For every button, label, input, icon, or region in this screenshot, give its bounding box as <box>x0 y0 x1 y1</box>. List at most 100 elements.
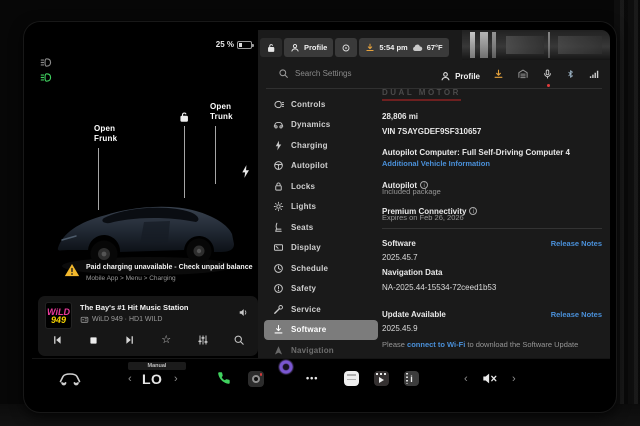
status-panel: 25 % Open Frunk Open Trunk <box>32 30 258 358</box>
sidebar-item-label: Safety <box>291 284 316 293</box>
previous-track-icon[interactable] <box>50 333 64 347</box>
favorite-star-icon[interactable]: ☆ <box>159 333 173 347</box>
media-player[interactable]: WiLD 949 The Bay's #1 Hit Music Station … <box>38 296 258 356</box>
navigation-arrow-icon <box>273 345 284 356</box>
connect-to-wifi-link[interactable]: connect to Wi-Fi <box>407 340 465 349</box>
sidebar-item-label: Lights <box>291 202 316 211</box>
lock-status[interactable] <box>260 38 282 57</box>
open-trunk-button[interactable]: Open Trunk <box>210 102 233 122</box>
update-version: 2025.45.9 <box>382 324 418 333</box>
mute-speaker-icon[interactable] <box>482 372 498 390</box>
theater-app-icon[interactable] <box>374 371 389 386</box>
profile-status[interactable]: Profile <box>284 38 333 57</box>
media-controls: ☆ <box>50 333 246 347</box>
warning-subtitle: Mobile App > Menu > Charging <box>86 275 176 282</box>
search-settings-field[interactable]: Search Settings <box>278 68 351 79</box>
sidebar-item-controls[interactable]: Controls <box>264 94 378 115</box>
sidebar-item-charging[interactable]: Charging <box>264 135 378 156</box>
media-search-icon[interactable] <box>232 333 246 347</box>
update-available-label: Update Available <box>382 310 446 319</box>
gear-icon <box>341 43 351 53</box>
camera-app-icon[interactable] <box>248 371 264 387</box>
temp-down-chevron[interactable]: ‹ <box>128 374 132 385</box>
search-placeholder: Search Settings <box>295 69 351 78</box>
open-trunk-label-line2: Trunk <box>210 112 233 122</box>
sidebar-item-label: Dynamics <box>291 120 330 129</box>
open-frunk-label-line1: Open <box>94 124 117 134</box>
software-content: DUAL MOTOR 28,806 mi VIN 7SAYGDEF9SF3106… <box>382 30 606 358</box>
sidebar-item-safety[interactable]: Safety <box>264 279 378 300</box>
screen-reflection <box>462 30 610 60</box>
notebook-glyph: i <box>410 374 413 384</box>
clock-icon <box>273 263 284 274</box>
sidebar-item-label: Controls <box>291 100 326 109</box>
volume-down-chevron[interactable]: ‹ <box>464 374 468 385</box>
launcher-bar: Manual ‹ LO › ••• i ‹ › <box>32 358 610 406</box>
update-download-icon <box>365 42 375 53</box>
next-track-icon[interactable] <box>123 333 137 347</box>
phone-app-icon[interactable] <box>216 370 232 391</box>
more-apps-icon[interactable]: ••• <box>306 373 318 383</box>
battery-status: 25 % <box>172 40 252 49</box>
sidebar-item-label: Seats <box>291 223 313 232</box>
wrench-icon <box>273 304 284 315</box>
sidebar-item-label: Navigation <box>291 346 334 355</box>
profile-label: Profile <box>304 43 327 52</box>
sidebar-item-service[interactable]: Service <box>264 299 378 320</box>
notebook-app-icon[interactable]: i <box>404 371 419 386</box>
battery-percent: 25 % <box>216 40 234 49</box>
settings-sidebar: Controls Dynamics Charging Autopilot Loc… <box>264 94 378 361</box>
autopilot-computer: Autopilot Computer: Full Self-Driving Co… <box>382 148 570 157</box>
sidebar-item-label: Schedule <box>291 264 328 273</box>
sidebar-item-software[interactable]: Software <box>264 320 378 341</box>
sidebar-item-schedule[interactable]: Schedule <box>264 258 378 279</box>
album-art-text-2: 949 <box>51 315 66 325</box>
media-subtitle: WiLD 949 · HD1 WILD <box>92 316 162 323</box>
temperature-value[interactable]: LO <box>142 371 162 387</box>
equalizer-icon[interactable] <box>196 333 210 347</box>
autopilot-value: Included package <box>382 187 441 196</box>
battery-icon <box>237 41 252 49</box>
sidebar-item-seats[interactable]: Seats <box>264 217 378 238</box>
sidebar-item-label: Service <box>291 305 321 314</box>
sentry-status[interactable] <box>335 38 357 57</box>
messages-app-icon[interactable] <box>344 371 359 386</box>
stop-icon[interactable] <box>86 333 100 347</box>
radio-icon <box>80 315 89 324</box>
additional-vehicle-info-link[interactable]: Additional Vehicle Information <box>382 159 490 168</box>
volume-up-chevron[interactable]: › <box>512 374 516 385</box>
sidebar-item-dynamics[interactable]: Dynamics <box>264 115 378 136</box>
open-frunk-label-line2: Frunk <box>94 134 117 144</box>
album-art[interactable]: WiLD 949 <box>45 302 72 329</box>
sidebar-item-lights[interactable]: Lights <box>264 197 378 218</box>
display-icon <box>273 242 284 253</box>
sidebar-item-display[interactable]: Display <box>264 238 378 259</box>
software-release-notes-link[interactable]: Release Notes <box>551 239 602 248</box>
media-subtitle-row: WiLD 949 · HD1 WILD <box>80 315 162 324</box>
temp-up-chevron[interactable]: › <box>174 374 178 385</box>
odometer: 28,806 mi <box>382 112 418 121</box>
update-release-notes-link[interactable]: Release Notes <box>551 310 602 319</box>
lightning-icon <box>273 140 284 151</box>
sidebar-item-label: Locks <box>291 182 315 191</box>
unlocked-icon <box>266 43 276 53</box>
controls-icon <box>273 99 284 110</box>
open-frunk-button[interactable]: Open Frunk <box>94 124 117 144</box>
navigation-data-label: Navigation Data <box>382 268 442 277</box>
info-icon[interactable]: i <box>469 207 477 215</box>
sidebar-item-label: Autopilot <box>291 161 328 170</box>
section-divider <box>382 228 602 229</box>
car-controls-icon[interactable] <box>58 369 82 392</box>
seat-icon <box>273 222 284 233</box>
sidebar-item-label: Display <box>291 243 321 252</box>
background-wall <box>614 0 640 426</box>
sidebar-item-autopilot[interactable]: Autopilot <box>264 156 378 177</box>
alert-circle-icon <box>273 283 284 294</box>
premium-connectivity-value: Expires on Feb 26, 2026 <box>382 213 464 222</box>
audio-output-icon[interactable] <box>238 305 249 323</box>
round-app-icon[interactable] <box>278 359 294 375</box>
software-version: 2025.45.7 <box>382 253 418 262</box>
sidebar-item-locks[interactable]: Locks <box>264 176 378 197</box>
warning-title: Paid charging unavailable - Check unpaid… <box>86 264 253 271</box>
wifi-hint-suffix: to download the Software Update <box>465 340 578 349</box>
